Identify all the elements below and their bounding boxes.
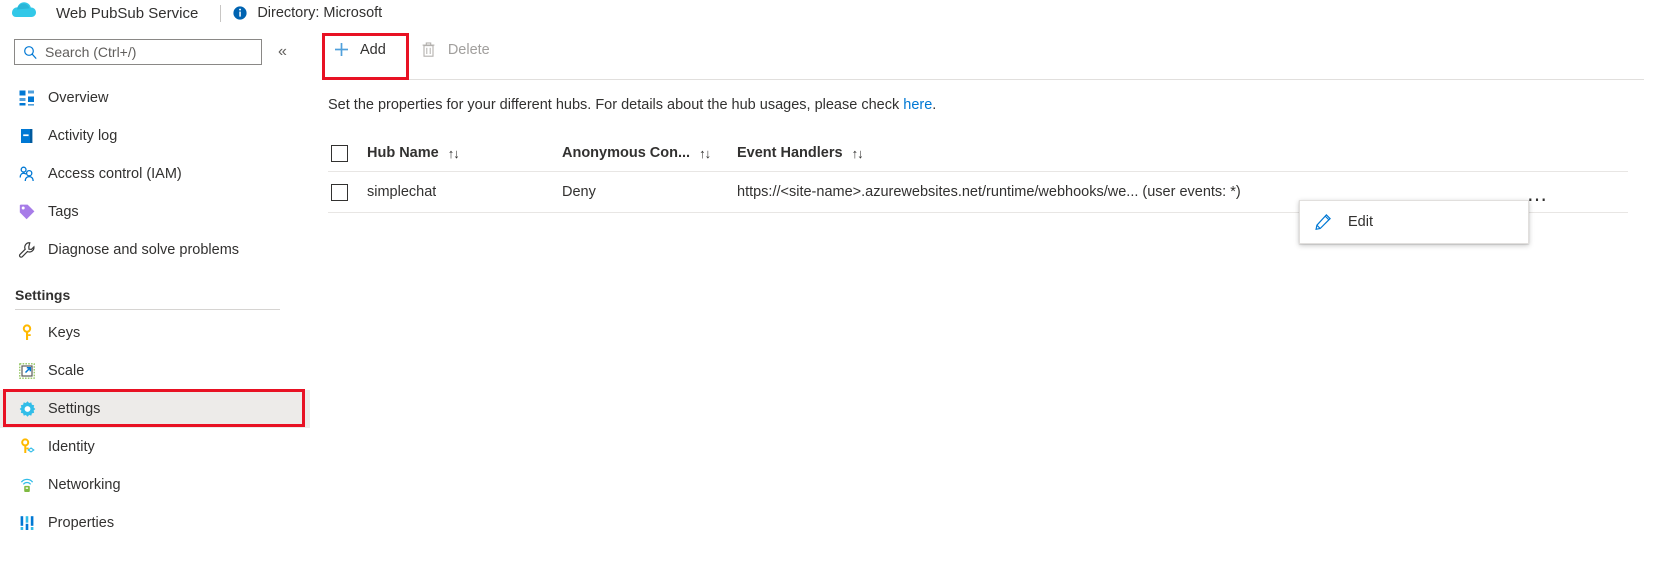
sidebar: « Overview [0,26,310,573]
sidebar-item-label: Diagnose and solve problems [48,242,240,258]
sidebar-item-keys[interactable]: Keys [0,314,310,352]
delete-button[interactable]: Delete [412,34,502,66]
add-button[interactable]: Add [324,34,398,66]
directory-label: Directory: Microsoft [257,5,383,21]
sort-toggle-icon[interactable]: ↑↓ [699,146,711,161]
description-text-before: Set the properties for your different hu… [328,97,904,113]
event-handlers-value: https://<site-name>.azurewebsites.net/ru… [737,184,1241,200]
sidebar-item-networking[interactable]: Networking [0,466,310,504]
properties-bars-icon [17,513,37,533]
sidebar-item-scale[interactable]: Scale [0,352,310,390]
sidebar-item-properties[interactable]: Properties [0,504,310,542]
search-input[interactable] [45,44,235,60]
command-bar: Add Delete [310,26,1660,73]
sidebar-item-settings[interactable]: Settings [0,390,310,428]
description-text-after: . [932,97,937,113]
sidebar-item-activity-log[interactable]: Activity log [0,117,310,155]
main-content: Add Delete Set the properties for your d… [310,26,1660,573]
cell-hub-name: simplechat [367,184,562,200]
activity-log-icon [17,126,37,146]
sidebar-section-divider [15,309,280,310]
sidebar-item-diagnose[interactable]: Diagnose and solve problems [0,231,310,269]
access-control-people-icon [17,164,37,184]
context-menu-item-label: Edit [1348,214,1373,230]
sidebar-item-identity[interactable]: Identity [0,428,310,466]
column-header-anonymous-connect[interactable]: Anonymous Con... ↑↓ [562,145,737,161]
row-select-checkbox[interactable] [331,183,348,201]
topbar-divider [220,4,222,22]
tag-icon [17,202,37,222]
sidebar-item-label: Access control (IAM) [48,166,182,182]
select-all-checkbox[interactable] [331,144,348,162]
row-checkbox-cell [328,183,367,201]
context-menu-item-edit[interactable]: Edit [1300,201,1528,243]
sidebar-item-label: Settings [48,401,101,417]
sidebar-settings-list: Keys Scale Settings Identity Networking … [0,314,310,542]
pencil-edit-icon [1314,213,1332,231]
sidebar-item-label: Keys [48,325,81,341]
collapse-sidebar-chevron-double-left-icon[interactable]: « [278,44,287,60]
sidebar-item-label: Identity [48,439,95,455]
column-title: Anonymous Con... [562,145,691,161]
identity-key-icon [17,437,37,457]
sidebar-item-tags[interactable]: Tags [0,193,310,231]
sidebar-item-label: Networking [48,477,121,493]
page-description: Set the properties for your different hu… [328,97,1660,113]
plus-icon [332,41,350,59]
column-header-hub-name[interactable]: Hub Name ↑↓ [367,145,562,161]
column-title: Hub Name [367,145,439,161]
top-bar: Web PubSub Service Directory: Microsoft [0,0,1660,26]
column-title: Event Handlers [737,145,843,161]
sort-toggle-icon[interactable]: ↑↓ [852,146,864,161]
scale-arrow-icon [17,361,37,381]
sidebar-item-label: Tags [48,204,79,220]
sidebar-section-settings-title: Settings [15,287,71,303]
here-link[interactable]: here [903,97,932,113]
cell-event-handlers: https://<site-name>.azurewebsites.net/ru… [737,184,1628,200]
overview-grid-icon [17,88,37,108]
sidebar-item-overview[interactable]: Overview [0,79,310,117]
wrench-icon [17,240,37,260]
column-header-event-handlers[interactable]: Event Handlers ↑↓ [737,145,1628,161]
trash-icon [420,41,438,59]
select-all-checkbox-cell [328,144,367,162]
gear-icon [17,399,37,419]
sidebar-item-label: Scale [48,363,85,379]
info-circle-icon [233,6,247,20]
search-icon [23,45,38,60]
row-context-menu: Edit [1299,200,1529,244]
key-icon [17,323,37,343]
web-pubsub-cloud-logo-icon [0,0,42,26]
cell-anonymous-connect: Deny [562,184,737,200]
anonymous-connect-value: Deny [562,184,596,200]
table-header-row: Hub Name ↑↓ Anonymous Con... ↑↓ Event Ha… [328,135,1628,172]
hub-name-value: simplechat [367,184,437,200]
service-title: Web PubSub Service [56,4,199,22]
sidebar-item-access-control[interactable]: Access control (IAM) [0,155,310,193]
search-box[interactable] [14,39,262,65]
sort-toggle-icon[interactable]: ↑↓ [448,146,460,161]
sidebar-item-label: Activity log [48,128,118,144]
delete-button-label: Delete [447,41,490,58]
networking-icon [17,475,37,495]
sidebar-nav-list: Overview Activity log Access control (IA… [0,79,310,269]
sidebar-search-row: « [0,26,310,65]
add-button-label: Add [360,41,386,58]
sidebar-item-label: Overview [48,90,109,106]
command-bar-divider [324,79,1644,80]
sidebar-item-label: Properties [48,515,115,531]
